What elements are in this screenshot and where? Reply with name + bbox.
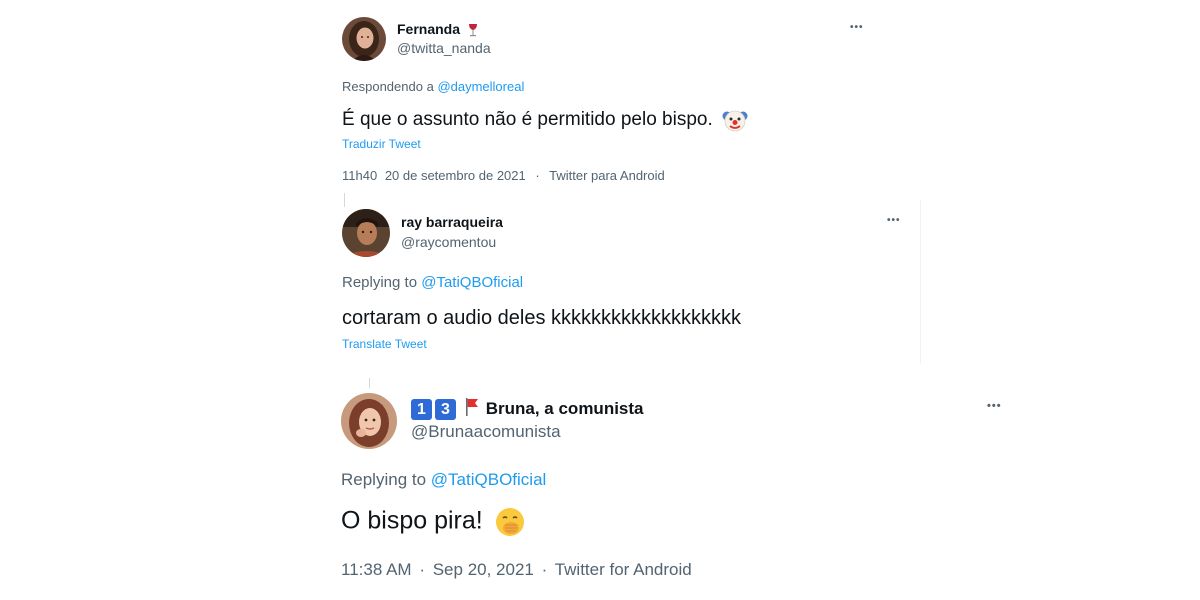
display-name[interactable]: Fernanda [397, 21, 479, 37]
avatar[interactable] [342, 17, 386, 61]
tweet-time[interactable]: 11:38 AM [341, 560, 412, 579]
reply-context: Replying to @TatiQBOficial [341, 470, 546, 490]
tweet-text-content: O bispo pira! [341, 506, 483, 535]
tweet-text: cortaram o audio deles kkkkkkkkkkkkkkkkk… [342, 307, 742, 329]
display-name-text: Bruna, a comunista [485, 398, 644, 418]
handle[interactable]: @raycomentou [401, 234, 496, 250]
keycap-three-icon: 3 [435, 399, 456, 420]
reply-mention-link[interactable]: @daymelloreal [437, 79, 524, 94]
translate-tweet-link[interactable]: Traduzir Tweet [342, 137, 421, 151]
avatar[interactable] [342, 209, 390, 257]
handle[interactable]: @Brunaacomunista [411, 422, 561, 442]
tweet-source[interactable]: Twitter para Android [549, 168, 665, 183]
tweet-text-content: É que o assunto não é permitido pelo bis… [342, 109, 713, 131]
wine-glass-icon [467, 23, 479, 37]
meta-separator: · [535, 168, 540, 183]
more-options-button[interactable]: ••• [887, 215, 901, 226]
hand-over-mouth-icon [494, 506, 526, 538]
handle[interactable]: @twitta_nanda [397, 40, 491, 56]
tweet-date[interactable]: Sep 20, 2021 [433, 560, 534, 579]
display-name[interactable]: 13 Bruna, a comunista [411, 397, 644, 422]
more-options-button[interactable]: ••• [850, 22, 864, 33]
reply-context: Respondendo a @daymelloreal [342, 79, 524, 94]
display-name-text: Fernanda [397, 21, 461, 37]
thread-connector [369, 378, 370, 388]
clown-face-icon [722, 107, 748, 133]
more-options-button[interactable]: ••• [987, 400, 1002, 412]
reply-label: Replying to [341, 470, 427, 489]
keycap-one-icon: 1 [411, 399, 432, 420]
display-name[interactable]: ray barraqueira [401, 214, 503, 230]
tweet-text: O bispo pira! [341, 506, 526, 538]
tweet-metadata: 11:38 AM · Sep 20, 2021 · Twitter for An… [341, 560, 692, 580]
tweet-text: É que o assunto não é permitido pelo bis… [342, 107, 748, 133]
card-border [920, 200, 921, 364]
reply-label: Respondendo a [342, 79, 434, 94]
tweet-source[interactable]: Twitter for Android [555, 560, 692, 579]
reply-mention-link[interactable]: @TatiQBOficial [431, 470, 547, 489]
reply-mention-link[interactable]: @TatiQBOficial [421, 274, 523, 291]
tweet-time[interactable]: 11h40 [342, 168, 377, 183]
reply-label: Replying to [342, 274, 418, 291]
tweet-metadata: 11h40 20 de setembro de 2021 · Twitter p… [342, 168, 665, 183]
reply-context: Replying to @TatiQBOficial [342, 274, 523, 291]
meta-separator: · [419, 560, 425, 579]
red-flag-icon [464, 397, 480, 422]
meta-separator: · [541, 560, 548, 579]
translate-tweet-link[interactable]: Translate Tweet [342, 337, 427, 351]
thread-connector [344, 193, 345, 207]
avatar[interactable] [341, 393, 397, 449]
tweet-date[interactable]: 20 de setembro de 2021 [385, 168, 526, 183]
